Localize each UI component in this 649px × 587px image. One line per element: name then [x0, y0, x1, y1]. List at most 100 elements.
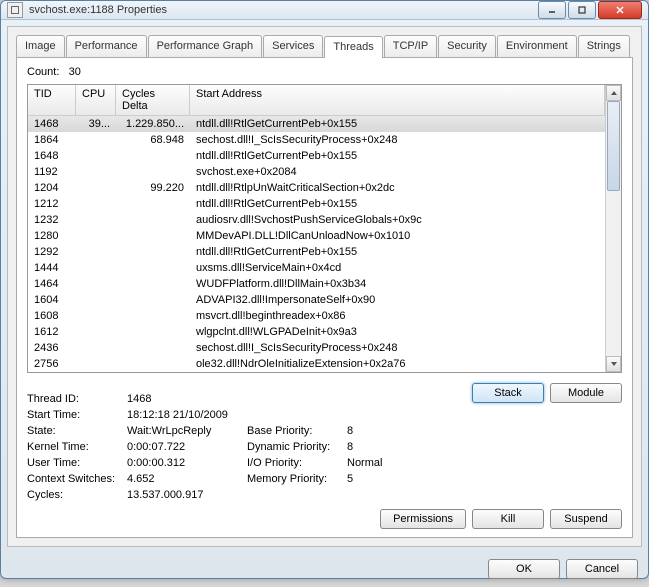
context-switches-value: 4.652 — [127, 473, 247, 485]
scrollbar-track[interactable] — [606, 101, 621, 356]
module-button[interactable]: Module — [550, 383, 622, 403]
tab-image[interactable]: Image — [16, 35, 65, 57]
cancel-button[interactable]: Cancel — [566, 559, 638, 579]
table-row[interactable]: 2436sechost.dll!I_ScIsSecurityProcess+0x… — [28, 340, 605, 356]
cell-cyc — [116, 149, 190, 163]
thread-details: Thread ID:1468 Start Time:18:12:18 21/10… — [27, 393, 472, 501]
table-row[interactable]: 1648ntdll.dll!RtlGetCurrentPeb+0x155 — [28, 148, 605, 164]
vertical-scrollbar[interactable] — [605, 85, 621, 372]
properties-window: svchost.exe:1188 Properties ImagePerform… — [0, 0, 649, 579]
cell-addr: ntdll.dll!RtlGetCurrentPeb+0x155 — [190, 117, 605, 131]
table-row[interactable]: 120499.220ntdll.dll!RtlpUnWaitCriticalSe… — [28, 180, 605, 196]
table-row[interactable]: 1464WUDFPlatform.dll!DllMain+0x3b34 — [28, 276, 605, 292]
thread-id-label: Thread ID: — [27, 393, 127, 405]
scroll-up-button[interactable] — [606, 85, 621, 101]
tab-environment[interactable]: Environment — [497, 35, 577, 57]
suspend-button[interactable]: Suspend — [550, 509, 622, 529]
thread-action-buttons: Permissions Kill Suspend — [27, 509, 622, 529]
permissions-button[interactable]: Permissions — [380, 509, 466, 529]
cell-addr: WUDFPlatform.dll!DllMain+0x3b34 — [190, 277, 605, 291]
cell-tid: 1608 — [28, 309, 76, 323]
cell-tid: 1612 — [28, 325, 76, 339]
memory-priority-value: 5 — [347, 473, 353, 485]
column-tid[interactable]: TID — [28, 85, 76, 115]
cell-cpu — [76, 341, 116, 355]
cell-cyc — [116, 245, 190, 259]
scroll-down-button[interactable] — [606, 356, 621, 372]
cell-tid: 1864 — [28, 133, 76, 147]
table-row[interactable]: 1192 svchost.exe+0x2084 — [28, 164, 605, 180]
tab-security[interactable]: Security — [438, 35, 496, 57]
cell-addr: ntdll.dll!RtlpUnWaitCriticalSection+0x2d… — [190, 181, 605, 195]
cell-tid: 1292 — [28, 245, 76, 259]
cell-cyc — [116, 229, 190, 243]
list-body: 146839...1.229.850...ntdll.dll!RtlGetCur… — [28, 116, 605, 372]
column-cycles-delta[interactable]: Cycles Delta — [116, 85, 190, 115]
ok-button[interactable]: OK — [488, 559, 560, 579]
context-switches-label: Context Switches: — [27, 473, 127, 485]
cell-cyc: 68.948 — [116, 133, 190, 147]
io-priority-label: I/O Priority: — [247, 457, 347, 469]
table-row[interactable]: 1232audiosrv.dll!SvchostPushServiceGloba… — [28, 212, 605, 228]
cell-addr: msvcrt.dll!beginthreadex+0x86 — [190, 309, 605, 323]
table-row[interactable]: 1604ADVAPI32.dll!ImpersonateSelf+0x90 — [28, 292, 605, 308]
table-row[interactable]: 2756ole32.dll!NdrOleInitializeExtension+… — [28, 356, 605, 372]
column-start-address[interactable]: Start Address — [190, 85, 605, 115]
kill-button[interactable]: Kill — [472, 509, 544, 529]
table-row[interactable]: 186468.948sechost.dll!I_ScIsSecurityProc… — [28, 132, 605, 148]
maximize-button[interactable] — [568, 1, 596, 19]
cell-addr: sechost.dll!I_ScIsSecurityProcess+0x248 — [190, 341, 605, 355]
cycles-value: 13.537.000.917 — [127, 489, 247, 501]
titlebar[interactable]: svchost.exe:1188 Properties — [1, 1, 648, 20]
thread-id-value: 1468 — [127, 393, 247, 405]
table-row[interactable]: 1212ntdll.dll!RtlGetCurrentPeb+0x155 — [28, 196, 605, 212]
thread-list: TID CPU Cycles Delta Start Address 14683… — [27, 84, 622, 373]
table-row[interactable]: 1608 msvcrt.dll!beginthreadex+0x86 — [28, 308, 605, 324]
tab-performance[interactable]: Performance — [66, 35, 147, 57]
cell-cyc: 99.220 — [116, 181, 190, 195]
state-label: State: — [27, 425, 127, 437]
cell-cyc — [116, 293, 190, 307]
cell-cpu — [76, 309, 116, 323]
tab-tcp-ip[interactable]: TCP/IP — [384, 35, 437, 57]
cell-tid: 1444 — [28, 261, 76, 275]
cell-addr: ntdll.dll!RtlGetCurrentPeb+0x155 — [190, 245, 605, 259]
cell-addr: ADVAPI32.dll!ImpersonateSelf+0x90 — [190, 293, 605, 307]
cell-cyc — [116, 277, 190, 291]
close-button[interactable] — [598, 1, 642, 19]
cell-tid: 1192 — [28, 165, 76, 179]
cell-cyc — [116, 357, 190, 371]
cell-tid: 1232 — [28, 213, 76, 227]
tab-services[interactable]: Services — [263, 35, 323, 57]
stack-button[interactable]: Stack — [472, 383, 544, 403]
cell-addr: svchost.exe+0x2084 — [190, 165, 605, 179]
table-row[interactable]: 1444uxsms.dll!ServiceMain+0x4cd — [28, 260, 605, 276]
threads-panel: Count: 30 TID CPU Cycles Delta Start Add… — [16, 58, 633, 538]
tab-performance-graph[interactable]: Performance Graph — [148, 35, 263, 57]
tab-threads[interactable]: Threads — [324, 36, 382, 58]
column-cpu[interactable]: CPU — [76, 85, 116, 115]
cell-addr: MMDevAPI.DLL!DllCanUnloadNow+0x1010 — [190, 229, 605, 243]
base-priority-value: 8 — [347, 425, 353, 437]
cell-cpu — [76, 133, 116, 147]
cell-cpu — [76, 149, 116, 163]
tab-strings[interactable]: Strings — [578, 35, 630, 57]
cell-cpu — [76, 357, 116, 371]
cell-addr: wlgpclnt.dll!WLGPADeInit+0x9a3 — [190, 325, 605, 339]
minimize-button[interactable] — [538, 1, 566, 19]
cell-cpu — [76, 213, 116, 227]
table-row[interactable]: 1612 wlgpclnt.dll!WLGPADeInit+0x9a3 — [28, 324, 605, 340]
list-header: TID CPU Cycles Delta Start Address — [28, 85, 605, 116]
count-label: Count: — [27, 66, 59, 78]
cell-cpu — [76, 245, 116, 259]
table-row[interactable]: 1292 ntdll.dll!RtlGetCurrentPeb+0x155 — [28, 244, 605, 260]
cell-cyc — [116, 261, 190, 275]
cell-cyc — [116, 341, 190, 355]
table-row[interactable]: 146839...1.229.850...ntdll.dll!RtlGetCur… — [28, 116, 605, 132]
cell-cyc — [116, 325, 190, 339]
table-row[interactable]: 1280MMDevAPI.DLL!DllCanUnloadNow+0x1010 — [28, 228, 605, 244]
kernel-time-value: 0:00:07.722 — [127, 441, 247, 453]
cell-cyc — [116, 197, 190, 211]
scrollbar-thumb[interactable] — [607, 101, 620, 191]
tab-strip: ImagePerformancePerformance GraphService… — [16, 35, 633, 58]
